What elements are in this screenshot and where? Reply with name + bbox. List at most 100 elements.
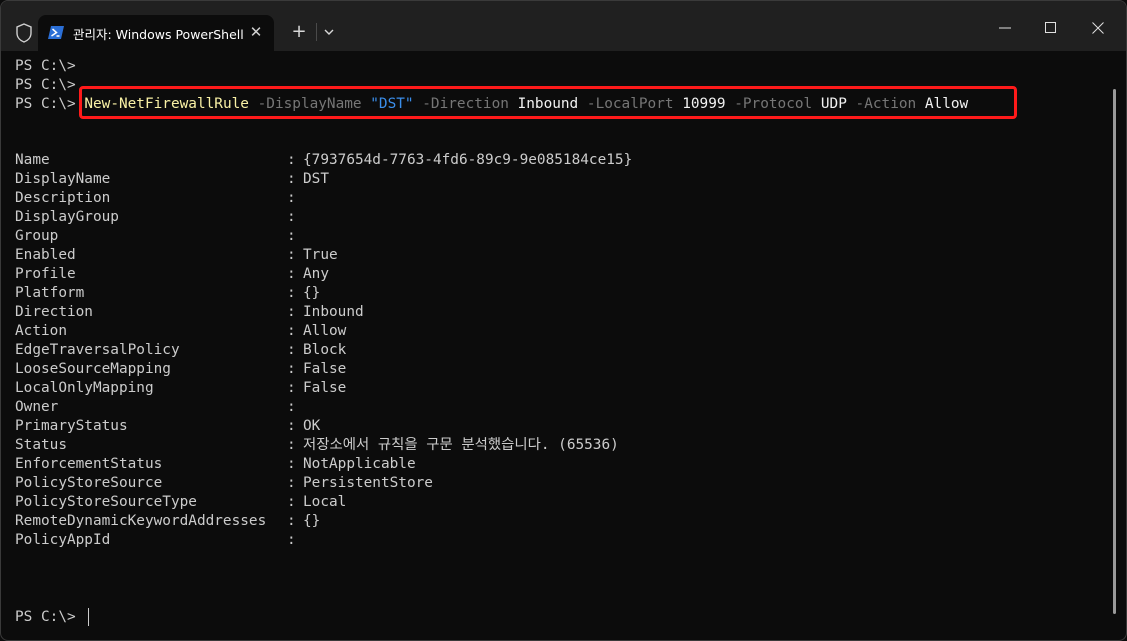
text-cursor xyxy=(88,608,89,626)
property-value: 저장소에서 규칙을 구문 분석했습니다. (65536) xyxy=(303,437,619,453)
minimize-icon[interactable] xyxy=(985,11,1025,45)
property-separator: : xyxy=(287,323,296,339)
property-value: PersistentStore xyxy=(303,475,433,491)
property-row: EnforcementStatus: NotApplicable xyxy=(1,455,1101,474)
property-row: EdgeTraversalPolicy: Block xyxy=(1,341,1101,360)
property-name: Action xyxy=(15,323,67,339)
prompt-line: PS C:\> xyxy=(15,76,76,95)
property-name: EnforcementStatus xyxy=(15,456,163,472)
prompt-line: PS C:\> xyxy=(15,608,76,627)
property-row: Platform: {} xyxy=(1,284,1101,303)
property-name: PolicyStoreSourceType xyxy=(15,494,197,510)
property-name: Group xyxy=(15,228,59,244)
property-row: DisplayGroup: xyxy=(1,208,1101,227)
property-value: Inbound xyxy=(303,304,364,320)
property-row: DisplayName: DST xyxy=(1,170,1101,189)
powershell-window: 관리자: Windows PowerShell ✕ + PS C:\> PS C… xyxy=(0,0,1127,641)
property-separator: : xyxy=(287,418,296,434)
close-icon[interactable]: ✕ xyxy=(246,22,266,42)
property-separator: : xyxy=(287,532,296,548)
tab-divider xyxy=(316,23,317,41)
close-window-icon[interactable] xyxy=(1078,11,1118,45)
prompt-line: PS C:\> xyxy=(15,57,76,76)
property-value: Allow xyxy=(303,323,347,339)
prompt: PS C:\> xyxy=(15,96,76,112)
property-value: False xyxy=(303,380,347,396)
property-value: {} xyxy=(303,285,321,301)
property-name: LooseSourceMapping xyxy=(15,361,171,377)
property-value: Local xyxy=(303,494,347,510)
property-value: {7937654d-7763-4fd6-89c9-9e085184ce15} xyxy=(303,152,633,168)
powershell-icon xyxy=(48,25,64,40)
property-separator: : xyxy=(287,380,296,396)
chevron-down-icon[interactable] xyxy=(319,22,339,42)
property-value: DST xyxy=(303,171,329,187)
shield-icon xyxy=(13,22,35,44)
property-value: {} xyxy=(303,513,321,529)
property-value: NotApplicable xyxy=(303,456,416,472)
property-name: PolicyAppId xyxy=(15,532,111,548)
property-separator: : xyxy=(287,266,296,282)
property-separator: : xyxy=(287,342,296,358)
property-name: Description xyxy=(15,190,111,206)
property-row: Group: xyxy=(1,227,1101,246)
prompt: PS C:\> xyxy=(15,77,76,93)
property-name: LocalOnlyMapping xyxy=(15,380,154,396)
tab-powershell[interactable]: 관리자: Windows PowerShell ✕ xyxy=(38,15,274,51)
property-separator: : xyxy=(287,361,296,377)
property-separator: : xyxy=(287,190,296,206)
property-row: LooseSourceMapping: False xyxy=(1,360,1101,379)
title-bar[interactable]: 관리자: Windows PowerShell ✕ + xyxy=(1,1,1126,51)
property-name: PolicyStoreSource xyxy=(15,475,163,491)
property-row: LocalOnlyMapping: False xyxy=(1,379,1101,398)
property-separator: : xyxy=(287,285,296,301)
property-name: Name xyxy=(15,152,50,168)
property-name: Direction xyxy=(15,304,93,320)
property-name: DisplayName xyxy=(15,171,111,187)
property-separator: : xyxy=(287,456,296,472)
property-separator: : xyxy=(287,437,296,453)
property-separator: : xyxy=(287,304,296,320)
property-separator: : xyxy=(287,152,296,168)
maximize-icon[interactable] xyxy=(1031,11,1071,45)
property-row: Action: Allow xyxy=(1,322,1101,341)
property-separator: : xyxy=(287,228,296,244)
property-row: Owner: xyxy=(1,398,1101,417)
scrollbar[interactable] xyxy=(1113,89,1116,614)
property-row: PolicyStoreSource: PersistentStore xyxy=(1,474,1101,493)
highlight-box xyxy=(79,86,1017,119)
property-row: PolicyStoreSourceType: Local xyxy=(1,493,1101,512)
property-row: Direction: Inbound xyxy=(1,303,1101,322)
tab-title: 관리자: Windows PowerShell xyxy=(73,27,244,42)
property-value: OK xyxy=(303,418,321,434)
property-row: Enabled: True xyxy=(1,246,1101,265)
property-name: Platform xyxy=(15,285,85,301)
property-value: Block xyxy=(303,342,347,358)
property-separator: : xyxy=(287,494,296,510)
prompt: PS C:\> xyxy=(15,609,76,625)
property-row: Description: xyxy=(1,189,1101,208)
property-name: RemoteDynamicKeywordAddresses xyxy=(15,513,267,529)
property-row: RemoteDynamicKeywordAddresses: {} xyxy=(1,512,1101,531)
property-separator: : xyxy=(287,475,296,491)
property-row: PolicyAppId: xyxy=(1,531,1101,550)
property-name: Profile xyxy=(15,266,76,282)
property-separator: : xyxy=(287,247,296,263)
property-row: Status: 저장소에서 규칙을 구문 분석했습니다. (65536) xyxy=(1,436,1101,455)
property-row: Profile: Any xyxy=(1,265,1101,284)
property-value: False xyxy=(303,361,347,377)
property-name: PrimaryStatus xyxy=(15,418,128,434)
property-value: Any xyxy=(303,266,329,282)
property-name: DisplayGroup xyxy=(15,209,119,225)
property-name: Enabled xyxy=(15,247,76,263)
property-separator: : xyxy=(287,513,296,529)
property-separator: : xyxy=(287,171,296,187)
plus-icon[interactable]: + xyxy=(287,21,311,43)
property-name: Owner xyxy=(15,399,59,415)
property-name: EdgeTraversalPolicy xyxy=(15,342,180,358)
prompt: PS C:\> xyxy=(15,58,76,74)
property-row: PrimaryStatus: OK xyxy=(1,417,1101,436)
property-separator: : xyxy=(287,399,296,415)
property-row: Name: {7937654d-7763-4fd6-89c9-9e085184ce… xyxy=(1,151,1101,170)
property-name: Status xyxy=(15,437,67,453)
